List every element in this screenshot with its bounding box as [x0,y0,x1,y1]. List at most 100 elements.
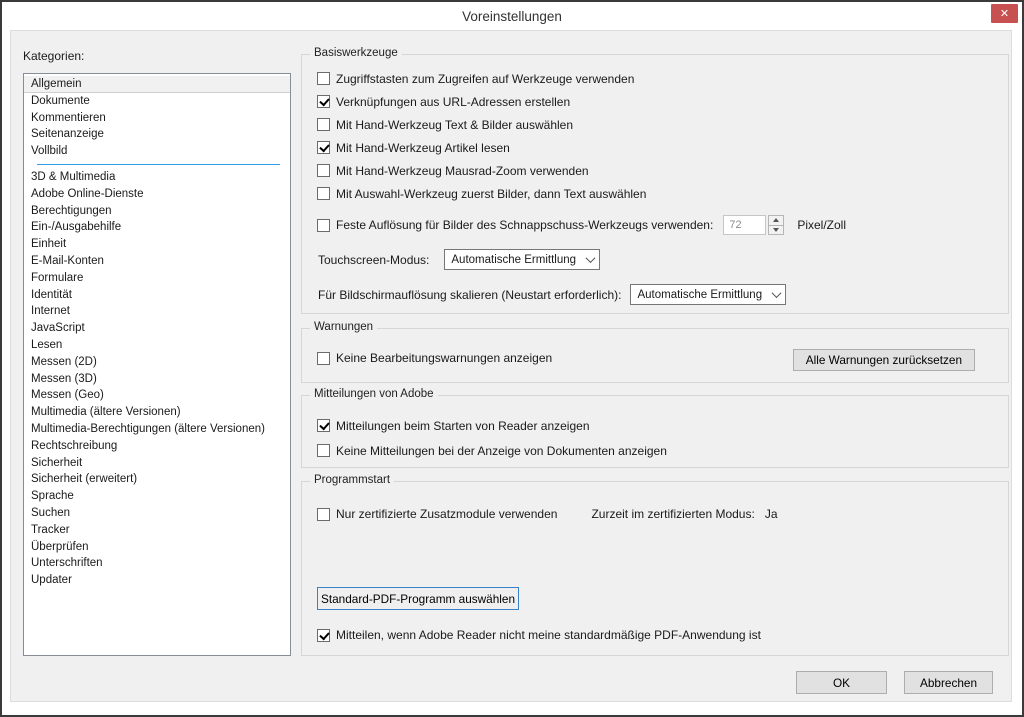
screen-scaling-select[interactable]: Automatische Ermittlung [630,284,786,305]
list-item[interactable]: Identität [24,287,290,304]
reset-warnings-button[interactable]: Alle Warnungen zurücksetzen [793,349,975,371]
list-item[interactable]: JavaScript [24,320,290,337]
checkbox-row: Mit Auswahl-Werkzeug zuerst Bilder, dann… [317,182,1000,205]
list-item[interactable]: Messen (2D) [24,354,290,371]
notify-not-default-checkbox[interactable] [317,629,330,642]
certified-plugins-checkbox[interactable] [317,508,330,521]
checkbox-label: Mit Hand-Werkzeug Text & Bilder auswähle… [336,118,573,132]
list-item[interactable]: Rechtschreibung [24,438,290,455]
list-item[interactable]: Multimedia (ältere Versionen) [24,404,290,421]
list-item[interactable]: Ein-/Ausgabehilfe [24,219,290,236]
group-adobe-messages-title: Mitteilungen von Adobe [310,388,438,400]
ok-button[interactable]: OK [796,671,887,694]
list-separator [37,164,280,165]
checkbox-row: Mit Hand-Werkzeug Text & Bilder auswähle… [317,113,1000,136]
list-item[interactable]: E-Mail-Konten [24,253,290,270]
spin-up-icon [769,216,783,225]
checkbox-row: Keine Mitteilungen bei der Anzeige von D… [317,438,1000,463]
checkbox[interactable] [317,164,330,177]
list-item[interactable]: Sprache [24,488,290,505]
list-item[interactable]: Adobe Online-Dienste [24,186,290,203]
notify-default-row: Mitteilen, wenn Adobe Reader nicht meine… [317,628,761,642]
group-adobe-messages: Mitteilungen von Adobe Mitteilungen beim… [301,395,1009,468]
list-item[interactable]: Sicherheit (erweitert) [24,471,290,488]
checkbox[interactable] [317,141,330,154]
list-item[interactable]: Berechtigungen [24,203,290,220]
basic-tools-checkbox-list: Zugriffstasten zum Zugreifen auf Werkzeu… [317,67,1000,205]
group-startup-title: Programmstart [310,474,394,486]
touchscreen-mode-label: Touchscreen-Modus: [318,253,429,267]
checkbox[interactable] [317,187,330,200]
list-item[interactable]: Dokumente [24,93,290,110]
checkbox-row: Zugriffstasten zum Zugreifen auf Werkzeu… [317,67,1000,90]
list-item[interactable]: Suchen [24,505,290,522]
checkbox-row: Mit Hand-Werkzeug Artikel lesen [317,136,1000,159]
dialog-title: Voreinstellungen [2,2,1022,30]
list-item[interactable]: 3D & Multimedia [24,169,290,186]
checkbox[interactable] [317,72,330,85]
checkbox-row: Verknüpfungen aus URL-Adressen erstellen [317,90,1000,113]
resolution-spinner [768,215,784,235]
fixed-resolution-checkbox[interactable] [317,219,330,232]
group-warnings-title: Warnungen [310,321,377,333]
checkbox-label: Mit Hand-Werkzeug Mausrad-Zoom verwenden [336,164,589,178]
chevron-down-icon [768,285,785,304]
certified-status-label: Zurzeit im zertifizierten Modus: [591,507,754,521]
cancel-button[interactable]: Abbrechen [904,671,993,694]
chevron-down-icon [582,250,599,269]
warnings-checkbox-row: Keine Bearbeitungswarnungen anzeigen [317,351,552,365]
group-warnings: Warnungen Keine Bearbeitungswarnungen an… [301,328,1009,383]
fixed-resolution-row: Feste Auflösung für Bilder des Schnappsc… [317,215,846,235]
fixed-resolution-label: Feste Auflösung für Bilder des Schnappsc… [336,218,713,232]
checkbox-label: Mit Hand-Werkzeug Artikel lesen [336,141,510,155]
screen-scaling-row: Für Bildschirmauflösung skalieren (Neust… [318,284,786,305]
list-item[interactable]: Updater [24,572,290,589]
list-item[interactable]: Messen (Geo) [24,387,290,404]
list-item[interactable]: Tracker [24,522,290,539]
checkbox[interactable] [317,95,330,108]
list-item[interactable]: Einheit [24,236,290,253]
close-icon: ✕ [1000,7,1009,20]
checkbox-label: Verknüpfungen aus URL-Adressen erstellen [336,95,570,109]
checkbox-label: Zugriffstasten zum Zugreifen auf Werkzeu… [336,72,634,86]
resolution-value-field: 72 [723,215,766,235]
checkbox[interactable] [317,118,330,131]
spin-down-icon [769,225,783,235]
list-item[interactable]: Formulare [24,270,290,287]
content-panel: Kategorien: Allgemein Dokumente Kommenti… [10,30,1012,702]
list-item[interactable]: Seitenanzeige [24,126,290,143]
list-item[interactable]: Überprüfen [24,539,290,556]
checkbox-label: Keine Mitteilungen bei der Anzeige von D… [336,444,667,458]
list-item[interactable]: Sicherheit [24,455,290,472]
certified-plugins-label: Nur zertifizierte Zusatzmodule verwenden [336,507,557,521]
checkbox-label: Mit Auswahl-Werkzeug zuerst Bilder, dann… [336,187,646,201]
list-item[interactable]: Internet [24,303,290,320]
categories-list-top: Allgemein Dokumente Kommentieren Seitena… [24,76,290,160]
certified-mode-row: Nur zertifizierte Zusatzmodule verwenden… [317,507,778,521]
list-item[interactable]: Kommentieren [24,110,290,127]
hide-edit-warnings-checkbox[interactable] [317,352,330,365]
categories-listbox: Allgemein Dokumente Kommentieren Seitena… [23,73,291,656]
touchscreen-mode-select[interactable]: Automatische Ermittlung [444,249,600,270]
list-item[interactable]: Unterschriften [24,555,290,572]
list-item[interactable]: Allgemein [24,76,290,93]
list-item[interactable]: Vollbild [24,143,290,160]
group-startup: Programmstart Nur zertifizierte Zusatzmo… [301,481,1009,656]
close-button[interactable]: ✕ [991,4,1018,23]
group-basic-tools: Basiswerkzeuge Zugriffstasten zum Zugrei… [301,54,1009,314]
list-item[interactable]: Messen (3D) [24,371,290,388]
list-item[interactable]: Multimedia-Berechtigungen (ältere Versio… [24,421,290,438]
list-item[interactable]: Lesen [24,337,290,354]
checkbox-label: Mitteilungen beim Starten von Reader anz… [336,419,590,433]
adobe-messages-checkbox-list: Mitteilungen beim Starten von Reader anz… [317,413,1000,463]
choose-default-pdf-button[interactable]: Standard-PDF-Programm auswählen [317,587,519,610]
screen-scaling-label: Für Bildschirmauflösung skalieren (Neust… [318,288,621,302]
preferences-dialog: Voreinstellungen ✕ Kategorien: Allgemein… [0,0,1024,717]
categories-list-bottom: 3D & Multimedia Adobe Online-Dienste Ber… [24,169,290,589]
certified-status-value: Ja [765,507,778,521]
hide-edit-warnings-label: Keine Bearbeitungswarnungen anzeigen [336,351,552,365]
checkbox[interactable] [317,444,330,457]
touchscreen-row: Touchscreen-Modus: Automatische Ermittlu… [318,249,600,270]
checkbox[interactable] [317,419,330,432]
titlebar: Voreinstellungen ✕ [2,2,1022,30]
